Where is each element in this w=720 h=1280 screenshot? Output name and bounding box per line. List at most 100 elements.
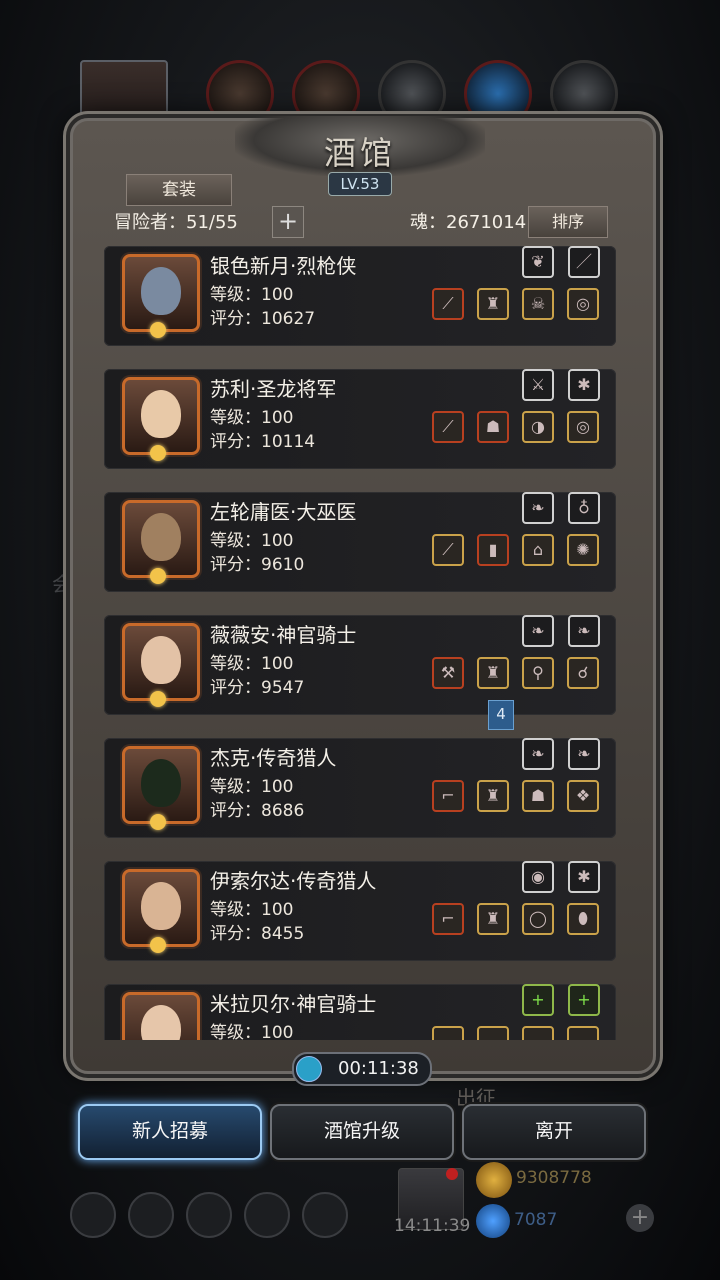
item-glyph: ⚲ <box>532 663 544 682</box>
equipment-slot-icon[interactable]: · <box>522 1026 554 1040</box>
hero-card[interactable]: 米拉贝尔·神官骑士等级：100 + + · · · · <box>104 984 616 1040</box>
hero-portrait[interactable] <box>122 746 200 824</box>
equipment-slot-icon[interactable]: ✱ <box>568 369 600 401</box>
refresh-timer: 00:11:38 <box>292 1052 432 1086</box>
hero-score: 评分：8686 <box>210 801 305 821</box>
equipment-slot-icon[interactable]: · <box>432 1026 464 1040</box>
hero-portrait[interactable] <box>122 377 200 455</box>
equipment-slot-icon[interactable]: ☗ <box>522 780 554 812</box>
item-glyph: ❧ <box>577 744 591 763</box>
item-glyph: ／ <box>575 252 592 271</box>
set-tab-button[interactable]: 套装 <box>126 174 232 206</box>
equipment-slot-icon[interactable]: ▮ <box>477 534 509 566</box>
equipment-slot-icon[interactable]: ⌐ <box>432 780 464 812</box>
equipment-slot-icon[interactable]: ☠ <box>522 288 554 320</box>
equipment-slot-icon[interactable]: ◎ <box>567 288 599 320</box>
equipment-slot-icon[interactable]: ◯ <box>522 903 554 935</box>
equipment-slot-icon[interactable]: ◉ <box>522 861 554 893</box>
add-gems-button[interactable]: + <box>626 1204 654 1232</box>
equipment-slot-icon[interactable]: ❧ <box>522 738 554 770</box>
hero-face <box>141 1005 181 1040</box>
item-glyph: + <box>531 990 545 1009</box>
equipment-slot-icon[interactable]: ／ <box>568 246 600 278</box>
equipment-slot-icon[interactable]: ❦ <box>522 246 554 278</box>
item-glyph: ☠ <box>530 294 546 313</box>
equipment-slot-icon[interactable]: ⚔ <box>522 369 554 401</box>
item-glyph: ♜ <box>485 294 501 313</box>
equipment-slot-icon[interactable]: ✺ <box>567 534 599 566</box>
hero-portrait[interactable] <box>122 500 200 578</box>
item-glyph: ♁ <box>578 498 590 517</box>
equipment-slot-icon[interactable]: ❧ <box>522 492 554 524</box>
mail-icon[interactable] <box>244 1192 290 1238</box>
equipment-slot-icon[interactable]: ❖ <box>567 780 599 812</box>
item-glyph: ❖ <box>575 786 591 805</box>
hero-portrait[interactable] <box>122 254 200 332</box>
equipment-slot-icon[interactable]: ⌐ <box>432 903 464 935</box>
timer-text: 00:11:38 <box>338 1058 419 1079</box>
hero-portrait[interactable] <box>122 992 200 1040</box>
sort-button[interactable]: 排序 <box>528 206 608 238</box>
equipment-slot-icon[interactable]: + <box>568 984 600 1016</box>
equipment-slot-icon[interactable]: · <box>567 1026 599 1040</box>
hero-face <box>141 882 181 930</box>
equipment-slot-icon[interactable]: ⟋ <box>432 288 464 320</box>
adventurer-count: 冒险者：51/55 <box>114 212 238 233</box>
equipment-slot-icon[interactable]: ⚒ <box>432 657 464 689</box>
hero-card[interactable]: 左轮庸医·大巫医 等级：100 评分：9610 ❧ ♁ ⟋ ▮ ⌂ ✺ <box>104 492 616 592</box>
add-slot-button[interactable]: + <box>272 206 304 238</box>
equipment-slot-icon[interactable]: ♜ <box>477 657 509 689</box>
hero-score: 评分：9610 <box>210 555 305 575</box>
equipment-slot-icon[interactable]: ⬮ <box>567 903 599 935</box>
item-glyph: ⌐ <box>441 786 455 805</box>
equipment-slot-icon[interactable]: ⟋ <box>432 411 464 443</box>
clock-icon <box>296 1056 322 1082</box>
hero-card[interactable]: 杰克·传奇猎人 等级：100 评分：8686 ❧ ❧ ⌐ ♜ ☗ ❖ <box>104 738 616 838</box>
hero-card[interactable]: 伊索尔达·传奇猎人 等级：100 评分：8455 ◉ ✱ ⌐ ♜ ◯ ⬮ <box>104 861 616 961</box>
item-glyph: ❦ <box>531 252 545 271</box>
equipment-slot-icon[interactable]: ❧ <box>522 615 554 647</box>
equipment-slot-icon[interactable]: · <box>477 1026 509 1040</box>
equipment-slot-icon[interactable]: ✱ <box>568 861 600 893</box>
menu-icon[interactable] <box>128 1192 174 1238</box>
hero-name: 苏利·圣龙将军 <box>210 377 337 401</box>
equipment-slot-icon[interactable]: ❧ <box>568 615 600 647</box>
hero-portrait[interactable] <box>122 623 200 701</box>
hero-face <box>141 759 181 807</box>
hero-list[interactable]: 银色新月·烈枪侠 等级：100 评分：10627 ❦ ／ ⟋ ♜ ☠ ◎ 苏利·圣龙将军 等级：10… <box>102 244 618 1040</box>
equipment-slot-icon[interactable]: ♜ <box>477 780 509 812</box>
equipment-slot-icon[interactable]: ◑ <box>522 411 554 443</box>
hero-portrait[interactable] <box>122 869 200 947</box>
menu-icon[interactable] <box>186 1192 232 1238</box>
upgrade-tavern-button[interactable]: 酒馆升级 <box>270 1104 454 1160</box>
equipment-slot-icon[interactable]: ♜ <box>477 903 509 935</box>
menu-icon[interactable] <box>302 1192 348 1238</box>
equipment-slot-icon[interactable]: ♜ <box>477 288 509 320</box>
hero-card[interactable]: 苏利·圣龙将军 等级：100 评分：10114 ⚔ ✱ ⟋ ☗ ◑ ◎ <box>104 369 616 469</box>
gem-icon <box>476 1204 510 1238</box>
item-glyph: ◎ <box>576 417 590 436</box>
moon-icon <box>150 445 166 461</box>
menu-icon[interactable] <box>70 1192 116 1238</box>
equipment-slot-icon[interactable]: ♁ <box>568 492 600 524</box>
equipment-slot-icon[interactable]: + <box>522 984 554 1016</box>
item-glyph: ◉ <box>531 867 545 886</box>
hero-name: 杰克·传奇猎人 <box>210 746 337 770</box>
equipment-slot-icon[interactable]: ◎ <box>567 411 599 443</box>
recruit-button[interactable]: 新人招募 <box>78 1104 262 1160</box>
equipment-slot-icon[interactable]: ❧ <box>568 738 600 770</box>
hero-card[interactable]: 薇薇安·神官骑士 等级：100 评分：9547 ❧ ❧ ⚒ ♜ ⚲ ☌ <box>104 615 616 715</box>
equipment-slot-icon[interactable]: ☌ <box>567 657 599 689</box>
equipment-slot-icon[interactable]: ☗ <box>477 411 509 443</box>
equipment-slot-icon[interactable]: ⌂ <box>522 534 554 566</box>
item-glyph: ▮ <box>488 540 498 559</box>
item-glyph: ✱ <box>577 867 591 886</box>
hero-level: 等级：100 <box>210 654 294 674</box>
equipment-slot-icon[interactable]: ⚲ <box>522 657 554 689</box>
item-glyph: · <box>569 1028 597 1040</box>
hero-card[interactable]: 银色新月·烈枪侠 等级：100 评分：10627 ❦ ／ ⟋ ♜ ☠ ◎ <box>104 246 616 346</box>
moon-icon <box>150 322 166 338</box>
moon-icon <box>150 691 166 707</box>
leave-button[interactable]: 离开 <box>462 1104 646 1160</box>
equipment-slot-icon[interactable]: ⟋ <box>432 534 464 566</box>
